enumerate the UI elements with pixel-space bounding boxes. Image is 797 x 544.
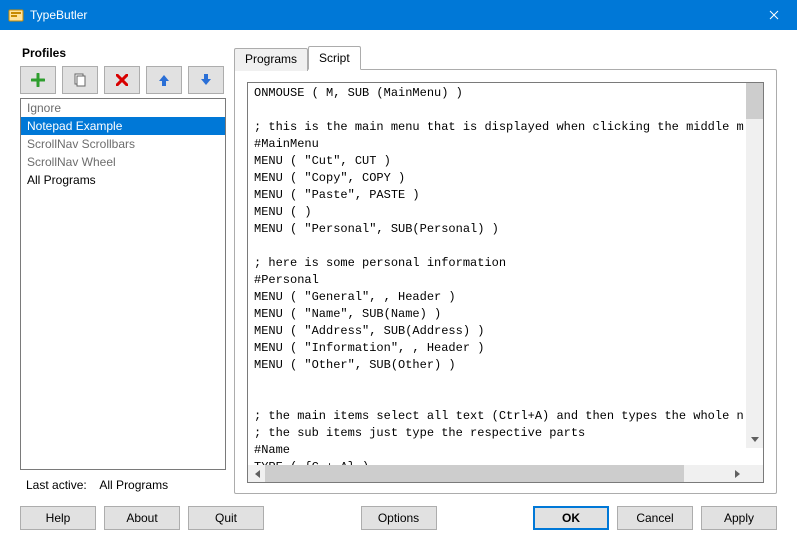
right-panel: Programs Script ONMOUSE ( M, SUB (MainMe… (234, 46, 777, 494)
cancel-button[interactable]: Cancel (617, 506, 693, 530)
arrow-up-icon (157, 73, 171, 87)
scroll-corner (746, 465, 763, 482)
window-close-button[interactable] (751, 0, 797, 30)
tab-bar: Programs Script (234, 46, 777, 69)
window-title: TypeButler (30, 8, 87, 22)
app-icon (8, 7, 24, 23)
copy-profile-button[interactable] (62, 66, 98, 94)
app-window: TypeButler Profiles (0, 0, 797, 544)
profiles-heading: Profiles (22, 46, 226, 60)
script-text[interactable]: ONMOUSE ( M, SUB (MainMenu) ) ; this is … (254, 85, 746, 465)
help-button[interactable]: Help (20, 506, 96, 530)
last-active-row: Last active: All Programs (20, 470, 226, 494)
vscroll-thumb[interactable] (746, 83, 763, 119)
options-button[interactable]: Options (361, 506, 437, 530)
script-editor[interactable]: ONMOUSE ( M, SUB (MainMenu) ) ; this is … (247, 82, 764, 483)
hscroll-left-arrow[interactable] (248, 465, 265, 482)
script-scroll-area: ONMOUSE ( M, SUB (MainMenu) ) ; this is … (248, 83, 763, 465)
client-area: Profiles (0, 30, 797, 544)
copy-icon (73, 73, 87, 87)
about-button[interactable]: About (104, 506, 180, 530)
delete-icon (116, 74, 128, 86)
main-area: Profiles (20, 46, 777, 494)
tab-programs[interactable]: Programs (234, 48, 308, 71)
titlebar-left: TypeButler (0, 7, 87, 23)
list-item[interactable]: ScrollNav Scrollbars (21, 135, 225, 153)
arrow-down-icon (199, 73, 213, 87)
list-item[interactable]: All Programs (21, 171, 225, 189)
quit-button[interactable]: Quit (188, 506, 264, 530)
hscroll-right-arrow[interactable] (729, 465, 746, 482)
ok-button[interactable]: OK (533, 506, 609, 530)
right-button-group: OK Cancel Apply (533, 506, 777, 530)
apply-button[interactable]: Apply (701, 506, 777, 530)
plus-icon (31, 73, 45, 87)
vertical-scrollbar[interactable] (746, 83, 763, 448)
last-active-value: All Programs (99, 478, 168, 492)
profiles-list[interactable]: IgnoreNotepad ExampleScrollNav Scrollbar… (20, 98, 226, 470)
profiles-toolbar (20, 66, 226, 94)
move-up-button[interactable] (146, 66, 182, 94)
list-item[interactable]: Ignore (21, 99, 225, 117)
last-active-label: Last active: (26, 478, 87, 492)
list-item[interactable]: ScrollNav Wheel (21, 153, 225, 171)
horizontal-scrollbar[interactable] (248, 465, 746, 482)
vscroll-down-arrow[interactable] (746, 431, 763, 448)
center-button-group: Options (361, 506, 437, 530)
titlebar[interactable]: TypeButler (0, 0, 797, 30)
delete-profile-button[interactable] (104, 66, 140, 94)
tab-script[interactable]: Script (308, 46, 361, 70)
hscroll-thumb[interactable] (265, 465, 684, 482)
dialog-buttons: Help About Quit Options OK Cancel Apply (20, 506, 777, 530)
move-down-button[interactable] (188, 66, 224, 94)
add-profile-button[interactable] (20, 66, 56, 94)
left-button-group: Help About Quit (20, 506, 264, 530)
tab-frame: ONMOUSE ( M, SUB (MainMenu) ) ; this is … (234, 69, 777, 494)
list-item[interactable]: Notepad Example (21, 117, 225, 135)
profiles-panel: Profiles (20, 46, 226, 494)
